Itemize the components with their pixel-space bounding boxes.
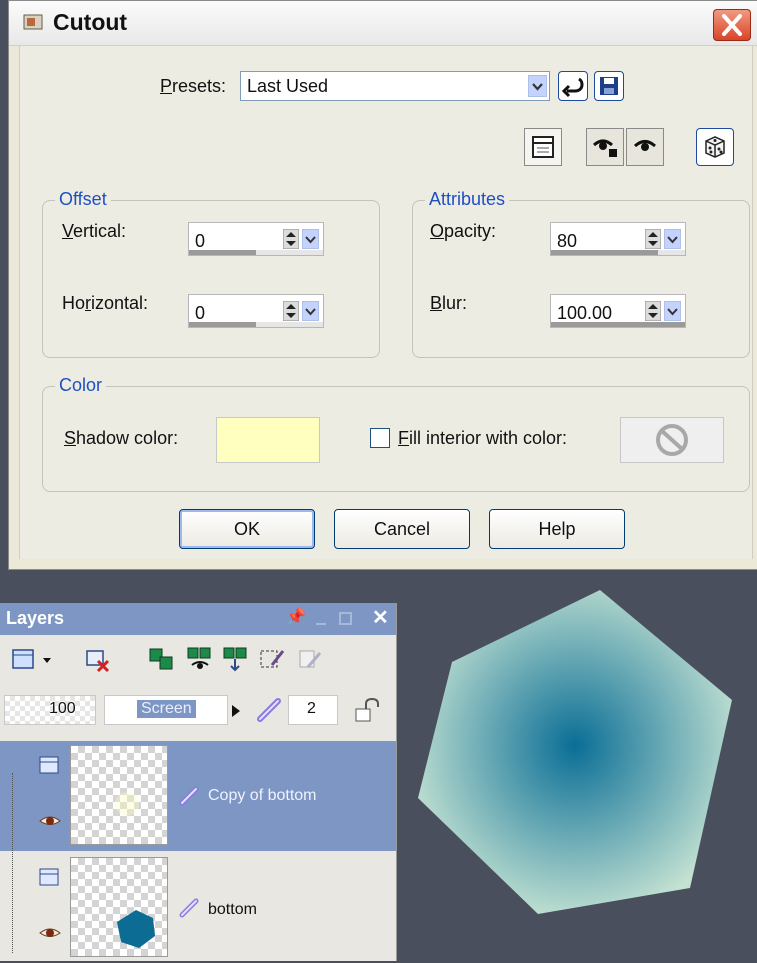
opacity-value: 80 [557, 231, 578, 251]
app-icon [23, 14, 43, 30]
dialog-body: Presets: Last Used Offset Vertical: 0 Ho… [19, 46, 753, 559]
presets-dropdown[interactable]: Last Used [240, 71, 550, 101]
proof-button[interactable] [626, 128, 664, 166]
layers-toolbar [0, 635, 396, 685]
spin-arrows-icon[interactable] [283, 301, 299, 321]
blend-mode-dropdown[interactable]: Screen [104, 695, 228, 725]
chevron-down-icon[interactable] [664, 301, 681, 321]
new-layer-icon[interactable] [10, 645, 38, 673]
blur-input[interactable]: 100.00 [550, 294, 686, 328]
chevron-down-icon[interactable] [42, 657, 52, 665]
spin-arrows-icon[interactable] [283, 229, 299, 249]
help-button[interactable]: Help [489, 509, 625, 549]
vertical-offset-input[interactable]: 0 [188, 222, 324, 256]
lock-icon[interactable] [352, 695, 382, 725]
fill-interior-checkbox[interactable] [370, 428, 390, 448]
shadow-color-label: Shadow color: [64, 428, 179, 448]
undo-arrow-icon [561, 77, 584, 98]
vertical-value: 0 [195, 231, 206, 251]
hexagon-thumbnail-shape [117, 910, 155, 948]
merge-layers-icon[interactable] [222, 645, 250, 673]
save-preset-button[interactable] [594, 71, 624, 101]
blend-mode-value: Screen [137, 700, 196, 718]
chevron-down-icon[interactable] [528, 75, 547, 97]
fill-interior-label[interactable]: Fill interior with color: [398, 428, 567, 449]
layer-type-icon [39, 756, 59, 774]
blur-value: 100.00 [557, 303, 613, 323]
mask-brush-icon[interactable] [258, 645, 286, 673]
layer-name: bottom [208, 901, 257, 918]
close-button[interactable] [713, 9, 751, 41]
reset-preset-button[interactable] [558, 71, 588, 101]
spin-arrows-icon[interactable] [645, 301, 661, 321]
auto-proof-button[interactable] [586, 128, 624, 166]
options-panel-icon [532, 136, 554, 158]
eye-icon [633, 140, 657, 151]
duplicate-layer-icon[interactable] [148, 645, 176, 673]
horizontal-slider[interactable] [189, 322, 323, 327]
dialog-title: Cutout [53, 9, 128, 35]
color-legend: Color [55, 375, 107, 396]
chevron-right-icon[interactable] [232, 705, 240, 717]
blur-label: Blur: [430, 293, 468, 313]
eye-lock-icon [593, 139, 617, 157]
layer-tree-line [12, 773, 14, 953]
layer-thumbnail [70, 857, 168, 957]
dice-icon [705, 136, 725, 158]
no-symbol-icon [656, 424, 688, 456]
spin-arrows-icon[interactable] [645, 229, 661, 249]
shadow-color-swatch[interactable] [216, 417, 320, 463]
vertical-label: Vertical: [62, 221, 127, 241]
chevron-down-icon[interactable] [302, 229, 319, 249]
fill-color-swatch [620, 417, 724, 463]
attributes-legend: Attributes [425, 189, 510, 210]
cancel-button[interactable]: Cancel [334, 509, 470, 549]
horizontal-value: 0 [195, 303, 206, 323]
chevron-down-icon[interactable] [302, 301, 319, 321]
layer-properties-row: 100 Screen 2 [0, 691, 396, 731]
dialog-options-button[interactable] [524, 128, 562, 166]
close-icon[interactable]: ✕ [372, 605, 389, 630]
layer-item-bottom[interactable]: bottom [0, 853, 396, 963]
layer-opacity-value: 100 [49, 700, 76, 717]
layer-group-field[interactable]: 2 [288, 695, 338, 725]
opacity-label: Opacity: [430, 221, 497, 241]
link-icon [179, 786, 199, 806]
canvas-hexagon [418, 590, 732, 914]
randomize-button[interactable] [696, 128, 734, 166]
layer-thumbnail [70, 745, 168, 845]
layer-name: Copy of bottom [208, 787, 317, 804]
layer-visibility-icon[interactable] [186, 645, 214, 673]
horizontal-label: Horizontal: [62, 293, 149, 313]
link-icon[interactable] [254, 695, 284, 725]
presets-label: Presets: [160, 76, 227, 96]
blur-slider[interactable] [551, 322, 685, 327]
vertical-slider[interactable] [189, 250, 323, 255]
chevron-down-icon[interactable] [664, 229, 681, 249]
opacity-slider[interactable] [551, 250, 685, 255]
close-icon [722, 14, 742, 36]
layers-title: Layers [6, 608, 65, 628]
title-bar[interactable]: Cutout [9, 1, 757, 46]
horizontal-offset-input[interactable]: 0 [188, 294, 324, 328]
opacity-input[interactable]: 80 [550, 222, 686, 256]
pin-icon[interactable]: 📌 [286, 607, 306, 627]
link-icon [179, 898, 199, 918]
ok-button[interactable]: OK [179, 509, 315, 549]
layer-group-value: 2 [307, 700, 316, 717]
layer-type-icon [39, 868, 59, 886]
layer-opacity-field[interactable]: 100 [4, 695, 96, 725]
floppy-disk-icon [600, 77, 618, 95]
eye-icon[interactable] [38, 921, 62, 943]
cutout-dialog: Cutout Presets: Last Used Offset Vertica… [8, 0, 757, 570]
edit-mask-icon[interactable] [296, 645, 324, 673]
delete-layer-icon[interactable] [84, 645, 112, 673]
minimize-maximize-icons[interactable] [314, 611, 354, 627]
presets-value: Last Used [247, 76, 329, 96]
offset-legend: Offset [55, 189, 111, 210]
eye-icon[interactable] [38, 809, 62, 831]
layers-palette: Layers 📌 ✕ 100 Screen 2 Copy of bottom b… [0, 603, 397, 961]
layers-title-bar[interactable]: Layers 📌 ✕ [0, 603, 396, 635]
layer-item-copy-of-bottom[interactable]: Copy of bottom [0, 741, 396, 851]
